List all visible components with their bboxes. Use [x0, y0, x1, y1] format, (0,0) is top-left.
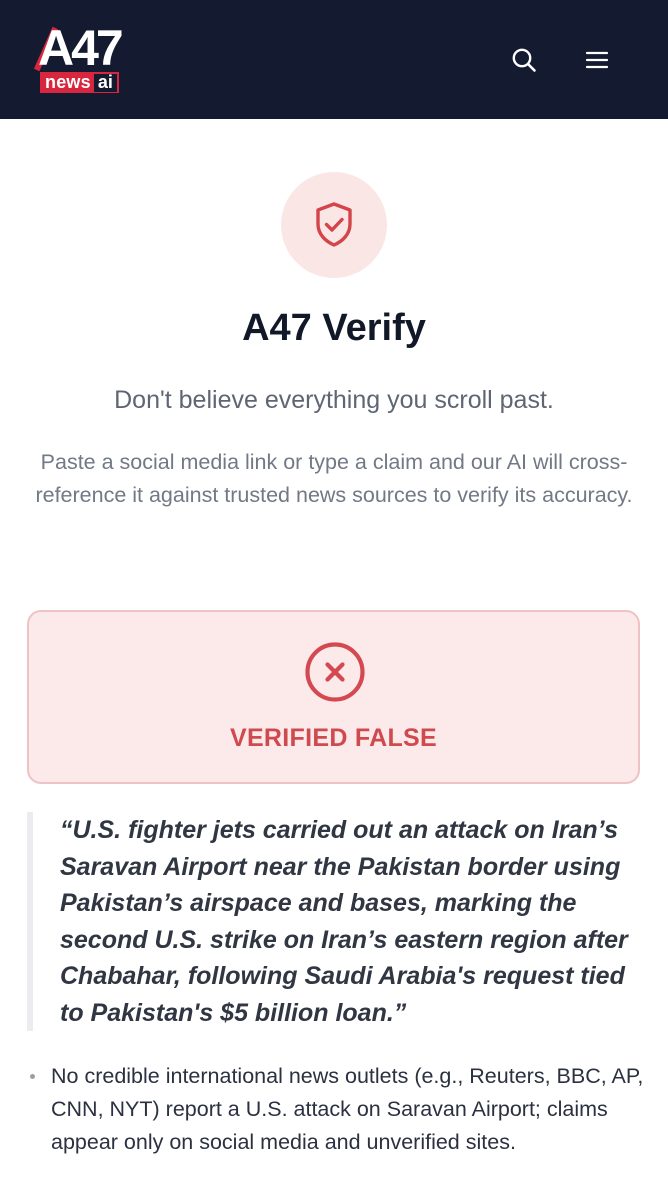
logo-ai-text: ai: [93, 73, 117, 92]
logo-wordmark: A47: [38, 20, 124, 76]
bullet-icon: [30, 1074, 35, 1079]
a47-news-ai-logo[interactable]: A47 news ai: [33, 20, 138, 96]
verdict-card: VERIFIED FALSE: [27, 610, 640, 784]
list-item: No credible international news outlets (…: [27, 1060, 647, 1159]
finding-text: No credible international news outlets (…: [51, 1064, 644, 1154]
app-header: A47 news ai: [0, 0, 668, 119]
x-circle-icon: [305, 642, 365, 702]
findings-list: No credible international news outlets (…: [27, 1060, 647, 1159]
page-title: A47 Verify: [242, 307, 426, 349]
verify-badge: [281, 172, 387, 278]
menu-button[interactable]: [577, 40, 617, 80]
search-button[interactable]: [504, 40, 544, 80]
shield-check-icon: [316, 202, 352, 247]
page-subtitle: Don't believe everything you scroll past…: [114, 386, 554, 414]
quote-border: [27, 812, 33, 1031]
hamburger-menu-icon: [585, 51, 609, 69]
search-icon: [512, 48, 536, 72]
logo-news-ai-box: news ai: [40, 72, 119, 93]
page-description: Paste a social media link or type a clai…: [35, 450, 633, 507]
claim-quote: “U.S. fighter jets carried out an attack…: [60, 816, 628, 1027]
verdict-label: VERIFIED FALSE: [229, 724, 437, 752]
logo-news-text: news: [42, 73, 94, 92]
